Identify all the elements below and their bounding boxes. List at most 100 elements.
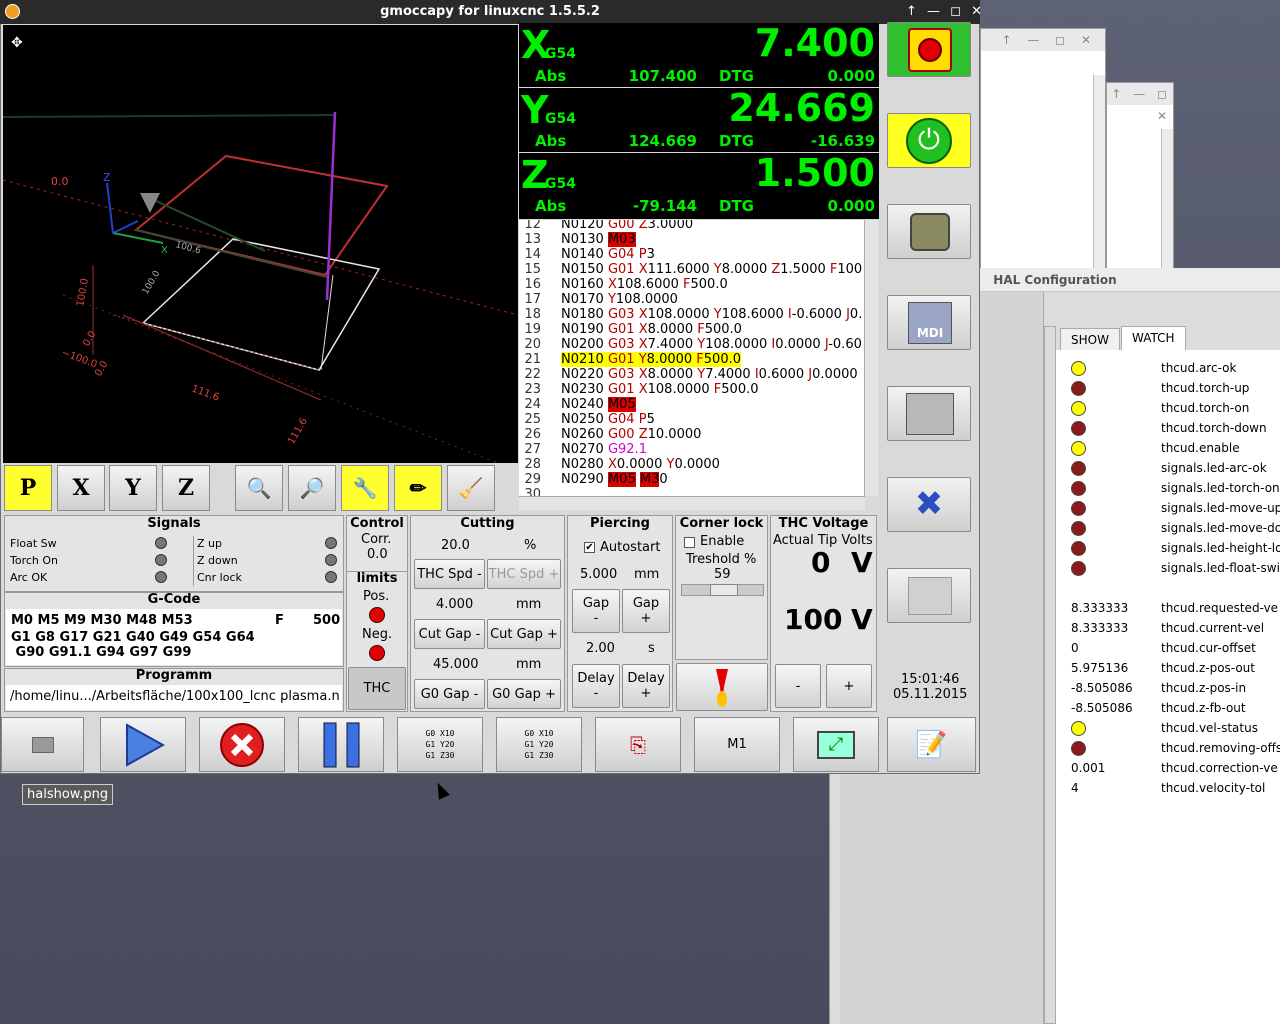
gcode-line[interactable]: 24 N0240 M05 [519, 397, 865, 412]
gcode-view[interactable]: 12 N0120 G00 Z3.0000 13 N0130 M03 14 N0140 G0… [519, 220, 865, 496]
thc-voltage-frame: THC Voltage Actual Tip Volts 0 V 100 V -… [770, 515, 877, 712]
pierce-delay-minus-button[interactable]: Delay - [572, 664, 620, 708]
gcode-line[interactable]: 30 [519, 487, 865, 496]
g0-gap-plus-button[interactable]: G0 Gap + [487, 679, 561, 709]
gcode-line[interactable]: 16 N0160 X108.6000 F500.0 [519, 277, 865, 292]
gcode-vertical-scrollbar[interactable] [864, 220, 878, 496]
zoom-in-button[interactable]: 🔍 [235, 465, 283, 511]
volts-plus-button[interactable]: + [826, 664, 872, 708]
gcode-line[interactable]: 19 N0190 G01 X8.0000 F500.0 [519, 322, 865, 337]
fullscreen-button[interactable]: ⤢ [793, 717, 879, 772]
torch-on-button[interactable] [676, 663, 768, 711]
tab-watch[interactable]: WATCH [1121, 326, 1186, 350]
gcode-line[interactable]: 22 N0220 G03 X8.0000 Y7.4000 I0.6000 J0.0… [519, 367, 865, 382]
svg-text:✥: ✥ [11, 35, 23, 51]
svg-text:100.0: 100.0 [141, 269, 163, 297]
dro-dtg: 0.000 [827, 67, 875, 85]
gcode-line[interactable]: 14 N0140 G04 P3 [519, 247, 865, 262]
tab-show[interactable]: SHOW [1060, 328, 1120, 350]
settings-button[interactable]: ✖ [887, 477, 971, 532]
mdi-mode-button[interactable]: MDI [887, 295, 971, 350]
cut-gap-plus-button[interactable]: Cut Gap + [487, 619, 561, 649]
zoom-out-button[interactable]: 🔎 [288, 465, 336, 511]
hal-pin-name: thcud.removing-offs [1161, 741, 1280, 755]
window-controls[interactable]: ↑ — ◻ ✕ [906, 0, 985, 24]
dro-z-axis[interactable]: Z G54 1.500 Abs -79.144 DTG 0.000 [519, 151, 879, 219]
torch-flame-icon [716, 669, 728, 707]
view-x-button[interactable]: X [57, 465, 105, 511]
view-y-button[interactable]: Y [109, 465, 157, 511]
svg-text:100.6: 100.6 [174, 240, 202, 256]
dro-y-axis[interactable]: Y G54 24.669 Abs 124.669 DTG -16.639 [519, 86, 879, 152]
view-p-button[interactable]: P [4, 465, 52, 511]
gcode-line[interactable]: 12 N0120 G00 Z3.0000 [519, 220, 865, 232]
view-z-button[interactable]: Z [162, 465, 210, 511]
thc-button[interactable]: THC [348, 667, 406, 710]
gcode-horizontal-scrollbar[interactable] [519, 496, 865, 510]
thc-speed-minus-button[interactable]: THC Spd - [414, 559, 485, 589]
line-text: N0290 M05 M30 [561, 472, 668, 487]
treshold-slider-handle[interactable] [710, 584, 738, 596]
g0-gap-minus-button[interactable]: G0 Gap - [414, 679, 485, 709]
tool-settings-button[interactable]: 🔧 [341, 465, 389, 511]
gcode-line[interactable]: 21 N0210 G01 Y8.0000 F500.0 [519, 352, 865, 367]
neg-limit-led [369, 645, 385, 661]
line-text: N0160 X108.6000 F500.0 [561, 277, 728, 292]
gcode-line[interactable]: 28 N0280 X0.0000 Y0.0000 [519, 457, 865, 472]
gcode-line[interactable]: 27 N0270 G92.1 [519, 442, 865, 457]
gcode-line[interactable]: 23 N0230 G01 X108.0000 F500.0 [519, 382, 865, 397]
corner-lock-enable-checkbox[interactable] [684, 537, 695, 548]
manual-mode-button[interactable] [887, 204, 971, 259]
edit-button[interactable]: 📝 [887, 717, 976, 772]
auto-mode-button[interactable] [887, 386, 971, 441]
volts-minus-button[interactable]: - [775, 664, 821, 708]
dro-abs: 124.669 [628, 132, 697, 150]
hal-pin-name: thcud.torch-on [1161, 401, 1250, 415]
treshold-slider[interactable] [681, 584, 764, 596]
cnc-machine-icon [906, 393, 954, 435]
tools-icon: ✖ [914, 484, 944, 524]
autostart-checkbox[interactable]: ✔ [584, 542, 595, 553]
edit-pencil-button[interactable]: ✏ [394, 465, 442, 511]
pierce-gap-plus-button[interactable]: Gap + [622, 589, 670, 633]
hal-status-led [1071, 541, 1086, 556]
pierce-delay-plus-button[interactable]: Delay + [622, 664, 670, 708]
estop-button[interactable] [887, 22, 971, 77]
gcode-line[interactable]: 15 N0150 G01 X111.6000 Y8.0000 Z1.5000 F1… [519, 262, 865, 277]
run-from-line-button[interactable]: G0 X10 G1 Y20 G1 Z30 [496, 717, 582, 772]
hal-scrollbar[interactable] [1044, 326, 1056, 1024]
dro-x-axis[interactable]: X G54 7.400 Abs 107.400 DTG 0.000 [519, 21, 879, 87]
step-button[interactable]: G0 X10 G1 Y20 G1 Z30 [397, 717, 483, 772]
user-tabs-button[interactable] [887, 568, 971, 623]
hal-pin-name: signals.led-float-swit [1161, 561, 1280, 575]
hal-watch-row: thcud.torch-down [1060, 418, 1280, 438]
hal-status-led [1071, 741, 1086, 756]
pierce-gap-minus-button[interactable]: Gap - [572, 589, 620, 633]
gcode-line[interactable]: 20 N0200 G03 X7.4000 Y108.0000 I0.0000 J-… [519, 337, 865, 352]
gcode-line[interactable]: 18 N0180 G03 X108.0000 Y108.6000 I-0.6000… [519, 307, 865, 322]
pause-button[interactable] [298, 717, 384, 772]
clear-plot-button[interactable]: 🧹 [447, 465, 495, 511]
run-button[interactable] [100, 717, 186, 772]
gcode-line[interactable]: 25 N0250 G04 P5 [519, 412, 865, 427]
background-window-controls[interactable]: ↑ — ◻ ✕ [981, 29, 1105, 51]
toolpath-preview[interactable]: Z X 0.0 100.0 −100.0 111.6 111.6 0.0 0.0… [2, 25, 519, 466]
notepad-icon: 📝 [915, 729, 948, 760]
play-icon [126, 722, 165, 767]
gcode-line[interactable]: 29 N0290 M05 M30 [519, 472, 865, 487]
open-file-button[interactable] [1, 717, 84, 772]
step-icon: G0 X10 G1 Y20 G1 Z30 [425, 729, 455, 760]
line-text: N0280 X0.0000 Y0.0000 [561, 457, 720, 472]
thc-speed-plus-button[interactable]: THC Spd + [487, 559, 561, 589]
machine-power-button[interactable]: ⏻ [887, 113, 971, 168]
m1-button[interactable]: M1 [694, 717, 780, 772]
line-text: N0230 G01 X108.0000 F500.0 [561, 382, 759, 397]
stop-button[interactable] [199, 717, 285, 772]
background-window-2-controls[interactable]: ↑ — ◻ ✕ [1107, 83, 1173, 123]
cut-gap-minus-button[interactable]: Cut Gap - [414, 619, 485, 649]
gcode-line[interactable]: 17 N0170 Y108.0000 [519, 292, 865, 307]
gcode-line[interactable]: 13 N0130 M03 [519, 232, 865, 247]
optional-skip-button[interactable]: ⎘ [595, 717, 681, 772]
gcode-line[interactable]: 26 N0260 G00 Z10.0000 [519, 427, 865, 442]
dro-abs: -79.144 [632, 197, 697, 215]
